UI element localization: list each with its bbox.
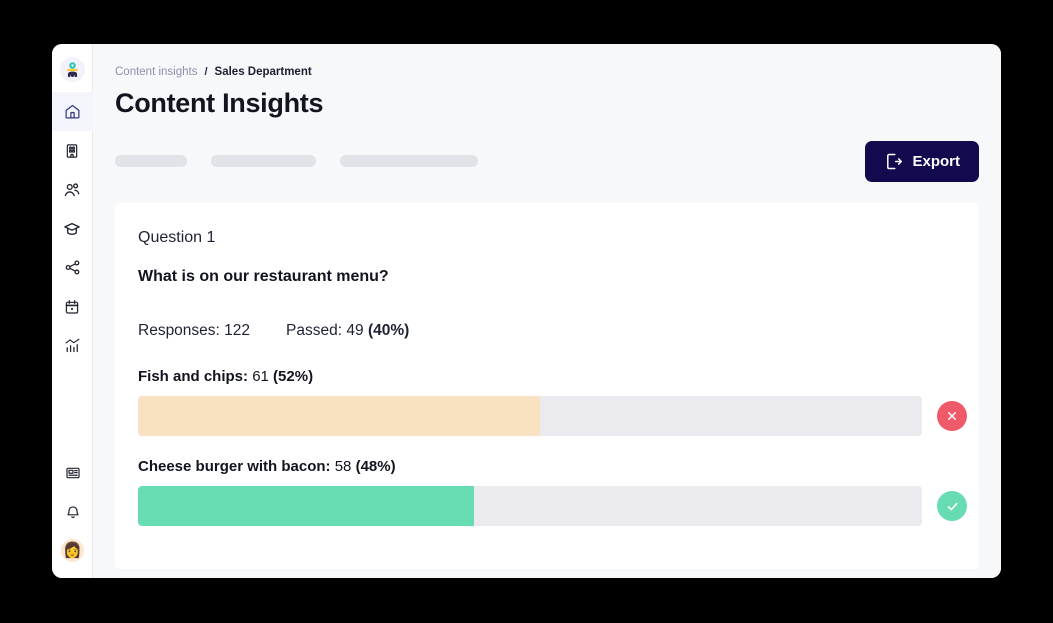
calendar-icon: [65, 299, 79, 314]
graduation-cap-icon: [64, 222, 80, 235]
answer-bar-fill: [138, 486, 474, 526]
skeleton-placeholder: [340, 155, 478, 167]
responses-label: Responses:: [138, 322, 220, 339]
app-logo[interactable]: [52, 50, 93, 88]
passed-stat: Passed: 49 (40%): [286, 322, 409, 340]
status-badge-incorrect: [937, 401, 967, 431]
responses-stat: Responses: 122: [138, 322, 250, 340]
check-circle-icon: [947, 502, 957, 510]
skeleton-placeholder: [211, 155, 316, 167]
sidebar-item-share[interactable]: [52, 248, 93, 287]
answer-bar-track: [138, 486, 922, 526]
breadcrumb: Content insights / Sales Department: [115, 66, 979, 78]
sidebar-bottom-group: 👩: [52, 453, 93, 570]
newspaper-icon: [65, 467, 80, 478]
sidebar-item-news[interactable]: [52, 453, 93, 492]
x-circle-icon: [948, 412, 956, 420]
sidebar-item-home[interactable]: [52, 92, 93, 131]
answer-block: Cheese burger with bacon: 58 (48%): [138, 458, 967, 526]
passed-value: 49: [346, 322, 364, 339]
answer-percent: (48%): [355, 458, 396, 475]
passed-percent: (40%): [367, 322, 410, 339]
insight-card: Question 1 What is on our restaurant men…: [115, 203, 979, 569]
answer-bar-row: [138, 486, 967, 526]
sidebar-item-insights[interactable]: [52, 326, 93, 365]
sidebar-item-profile[interactable]: 👩: [52, 531, 93, 570]
home-icon: [64, 104, 80, 119]
page-title: Content Insights: [115, 88, 324, 118]
skeleton-placeholder: [115, 155, 187, 167]
avatar: 👩: [61, 539, 84, 562]
passed-label: Passed:: [286, 322, 343, 339]
file-export-icon: [887, 153, 903, 169]
answer-label: Cheese burger with bacon: 58 (48%): [138, 458, 956, 475]
answer-block: Fish and chips: 61 (52%): [138, 368, 967, 436]
breadcrumb-parent-link[interactable]: Content insights: [115, 66, 197, 78]
bell-icon: [66, 505, 79, 518]
share-network-icon: [65, 260, 79, 275]
users-icon: [64, 182, 80, 196]
sidebar-item-organization[interactable]: [52, 131, 93, 170]
stats-row: Responses: 122 Passed: 49 (40%): [138, 322, 956, 340]
main-content: Content insights / Sales Department Cont…: [93, 44, 1001, 578]
sidebar-item-calendar[interactable]: [52, 287, 93, 326]
app-logo-badge: [59, 56, 85, 82]
mascot-logo-icon: [66, 61, 78, 77]
filter-skeleton-group: [115, 155, 478, 167]
sidebar-item-learning[interactable]: [52, 209, 93, 248]
building-icon: [66, 143, 78, 158]
answer-count: 58: [334, 458, 352, 475]
sidebar-item-notifications[interactable]: [52, 492, 93, 531]
answer-bar-fill: [138, 396, 541, 436]
responses-value: 122: [224, 322, 251, 339]
answer-percent: (52%): [273, 368, 314, 385]
answer-bar-track: [138, 396, 922, 436]
avatar-emoji: 👩: [63, 542, 82, 559]
answer-name: Cheese burger with bacon:: [138, 458, 331, 475]
export-button[interactable]: Export: [865, 140, 979, 182]
sidebar: 👩: [52, 44, 93, 578]
app-window: 👩 Content insights / Sales Department Co…: [52, 44, 1001, 578]
page-header: Content insights / Sales Department Cont…: [93, 44, 1001, 183]
header-toolbar-row: Export: [115, 139, 979, 183]
sidebar-item-people[interactable]: [52, 170, 93, 209]
chart-analytics-icon: [65, 338, 79, 353]
answer-label: Fish and chips: 61 (52%): [138, 368, 956, 385]
answer-count: 61: [252, 368, 269, 385]
breadcrumb-current: Sales Department: [214, 66, 312, 78]
breadcrumb-separator: /: [204, 66, 208, 78]
question-text: What is on our restaurant menu?: [138, 268, 389, 285]
answer-name: Fish and chips:: [138, 368, 249, 385]
question-number-label: Question 1: [138, 229, 216, 246]
export-button-label: Export: [912, 152, 960, 170]
status-badge-correct: [937, 491, 967, 521]
answer-bar-row: [138, 396, 967, 436]
